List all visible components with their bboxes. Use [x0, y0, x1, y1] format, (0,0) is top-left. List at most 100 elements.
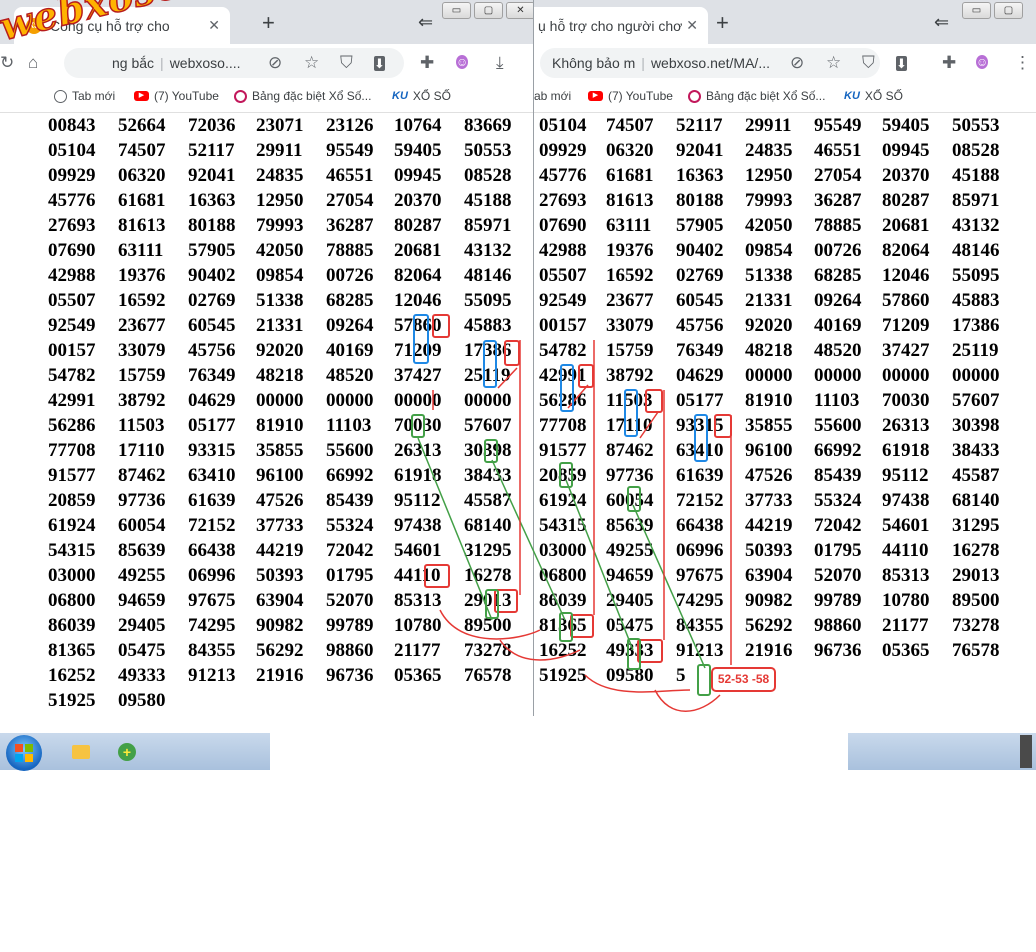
- result-number: 00843: [48, 115, 96, 136]
- result-number: 26313: [882, 415, 930, 436]
- bookmark-star-icon[interactable]: ☆: [826, 53, 841, 73]
- result-number: 49255: [118, 565, 166, 586]
- result-number: 21916: [256, 665, 304, 686]
- download-box-icon[interactable]: ⬇: [896, 53, 907, 73]
- result-number: 06800: [539, 565, 587, 586]
- bookmark-xoso-table[interactable]: Bảng đặc biệt Xổ Số...: [688, 89, 825, 103]
- bookmark-xoso[interactable]: KU XỔ SỐ: [844, 89, 903, 103]
- maximize-button[interactable]: ▢: [474, 2, 503, 19]
- minimize-button[interactable]: ▭: [442, 2, 471, 19]
- menu-icon[interactable]: ⋮: [1014, 53, 1031, 73]
- result-number: 01795: [814, 540, 862, 561]
- result-number: 76578: [464, 665, 512, 686]
- result-number: 66438: [676, 515, 724, 536]
- tab-active[interactable]: ụ hỗ trợ cho người chơ ✕: [534, 7, 708, 44]
- result-number: 80287: [394, 215, 442, 236]
- toolbar: Không bảo m | webxoso.net/MA/... ⊘ ☆ ⛉ ⬇…: [534, 44, 1036, 81]
- result-number: 20859: [48, 490, 96, 511]
- result-number: 61639: [188, 490, 236, 511]
- blocked-popup-icon[interactable]: ⊘: [268, 53, 282, 73]
- result-number: 09264: [814, 290, 862, 311]
- folder-icon[interactable]: [72, 745, 90, 759]
- profile-avatar[interactable]: ☺: [976, 51, 989, 73]
- result-number: 21177: [394, 640, 441, 661]
- result-number: 02769: [676, 265, 724, 286]
- result-number: 20859: [539, 465, 587, 486]
- result-number: 23677: [606, 290, 654, 311]
- shield-icon[interactable]: ⛉: [340, 53, 353, 73]
- result-number: 90402: [676, 240, 724, 261]
- result-number: 05507: [539, 265, 587, 286]
- result-number: 19376: [118, 265, 166, 286]
- result-number: 04629: [188, 390, 236, 411]
- result-number: 08528: [464, 165, 512, 186]
- result-number: 49333: [606, 640, 654, 661]
- result-number: 68285: [326, 290, 374, 311]
- result-number: 95112: [394, 490, 441, 511]
- result-number: 60545: [188, 315, 236, 336]
- close-tab-icon[interactable]: ✕: [208, 17, 220, 34]
- download-box-icon[interactable]: ⬇: [374, 53, 385, 73]
- result-number: 78885: [814, 215, 862, 236]
- shield-icon[interactable]: ⛉: [862, 53, 875, 73]
- omnibox[interactable]: ng bắc | webxoso....: [64, 48, 404, 78]
- profile-avatar[interactable]: ☺: [456, 51, 469, 73]
- download-icon[interactable]: ⤓: [496, 53, 504, 73]
- show-desktop-button[interactable]: [1020, 735, 1032, 768]
- result-number: 27054: [814, 165, 862, 186]
- bookmark-star-icon[interactable]: ☆: [304, 53, 319, 73]
- result-number: 06800: [48, 590, 96, 611]
- result-number: 95549: [326, 140, 374, 161]
- tab-search-icon[interactable]: ⇐: [934, 12, 949, 33]
- result-number: 54601: [394, 540, 442, 561]
- extensions-icon[interactable]: ✚: [420, 53, 434, 73]
- minimize-button[interactable]: ▭: [962, 2, 991, 19]
- tab-search-icon[interactable]: ⇐: [418, 12, 433, 33]
- bookmark-youtube[interactable]: ▶ (7) YouTube: [134, 89, 219, 103]
- result-number: 96736: [326, 665, 374, 686]
- blocked-popup-icon[interactable]: ⊘: [790, 53, 804, 73]
- bookmark-label: (7) YouTube: [154, 89, 219, 103]
- xoso-icon: [688, 89, 701, 103]
- result-number: 74295: [188, 615, 236, 636]
- result-number: 27054: [326, 190, 374, 211]
- bookmark-youtube[interactable]: ▶ (7) YouTube: [588, 89, 673, 103]
- start-button[interactable]: [6, 735, 42, 771]
- result-number: 86039: [539, 590, 587, 611]
- result-number: 49333: [118, 665, 166, 686]
- reload-icon[interactable]: ↻: [0, 53, 14, 73]
- result-number: 76578: [952, 640, 1000, 661]
- result-number: 76349: [676, 340, 724, 361]
- result-number: 83669: [464, 115, 512, 136]
- result-number: 50553: [952, 115, 1000, 136]
- result-number: 42050: [745, 215, 793, 236]
- result-number: 63410: [676, 440, 724, 461]
- result-number: 05475: [118, 640, 166, 661]
- result-number: 61681: [118, 190, 166, 211]
- bookmark-xoso[interactable]: KU XỔ SỐ: [392, 89, 451, 103]
- result-number: 87462: [606, 440, 654, 461]
- result-number: 29405: [118, 615, 166, 636]
- bookmark-new-tab[interactable]: ab mới: [534, 89, 571, 103]
- result-number: 54315: [539, 515, 587, 536]
- close-window-button[interactable]: ✕: [506, 2, 533, 19]
- close-tab-icon[interactable]: ✕: [686, 17, 698, 34]
- new-tab-icon[interactable]: +: [716, 10, 729, 36]
- bookmark-new-tab[interactable]: Tab mới: [54, 89, 115, 103]
- results-table-right: 05104 74507 52117 29911 95549 59405 50553 09929…: [534, 113, 1036, 716]
- tab-active[interactable]: XS Công cụ hỗ trợ cho ✕: [14, 7, 230, 44]
- result-number: 99789: [814, 590, 862, 611]
- home-icon[interactable]: ⌂: [28, 53, 38, 73]
- result-number: 30398: [464, 440, 512, 461]
- result-number: 16252: [48, 665, 96, 686]
- extensions-icon[interactable]: ✚: [942, 53, 956, 73]
- omnibox-separator: |: [160, 55, 164, 71]
- result-number: 50553: [464, 140, 512, 161]
- app-icon[interactable]: +: [118, 743, 136, 761]
- globe-icon: [54, 89, 67, 103]
- new-tab-icon[interactable]: +: [262, 10, 275, 36]
- result-number: 57905: [188, 240, 236, 261]
- maximize-button[interactable]: ▢: [994, 2, 1023, 19]
- result-number: 24835: [745, 140, 793, 161]
- bookmark-xoso-table[interactable]: Bảng đặc biệt Xổ Số...: [234, 89, 371, 103]
